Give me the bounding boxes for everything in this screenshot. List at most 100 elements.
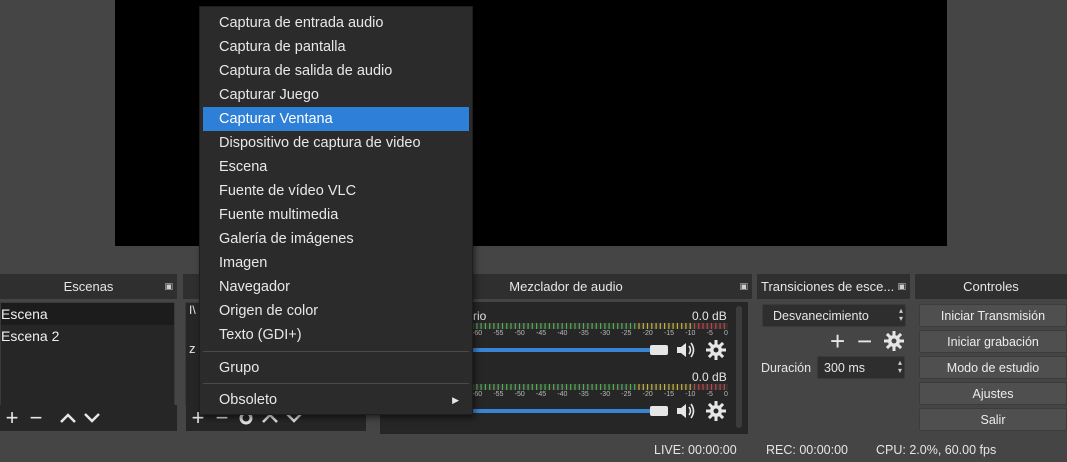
- list-item[interactable]: Escena 2: [1, 325, 174, 347]
- duration-spinbox[interactable]: 300 ms ▴ ▾: [817, 356, 905, 379]
- meter-segment: [693, 323, 696, 329]
- settings-button[interactable]: Ajustes: [919, 382, 1067, 405]
- menu-item-color-source[interactable]: Origen de color: [203, 299, 469, 323]
- menu-item-audio-input-capture[interactable]: Captura de entrada audio: [203, 11, 469, 35]
- meter-segment: [501, 384, 504, 390]
- meter-segment: [698, 323, 700, 329]
- meter-segment: [723, 384, 725, 390]
- meter-segment: [706, 384, 708, 390]
- meter-segment: [480, 384, 482, 390]
- meter-segment: [681, 384, 683, 390]
- meter-segment: [536, 384, 538, 390]
- speaker-icon[interactable]: [675, 340, 697, 363]
- remove-transition-icon[interactable]: −: [857, 328, 872, 354]
- move-down-icon[interactable]: [80, 406, 104, 430]
- transition-select-value: Desvanecimiento: [773, 308, 869, 323]
- meter-segment: [540, 384, 542, 390]
- gear-icon[interactable]: [705, 400, 727, 425]
- meter-segment: [685, 384, 687, 390]
- menu-item-browser[interactable]: Navegador: [203, 275, 469, 299]
- meter-segment: [578, 323, 580, 329]
- menu-item-deprecated-label: Obsoleto: [219, 392, 278, 408]
- studio-mode-button[interactable]: Modo de estudio: [919, 356, 1067, 379]
- meter-segment: [655, 384, 657, 390]
- meter-segment: [629, 384, 632, 390]
- meter-segment: [518, 384, 521, 390]
- meter-segment: [493, 384, 495, 390]
- meter-segment: [634, 323, 636, 329]
- menu-item-scene[interactable]: Escena: [203, 155, 469, 179]
- menu-item-media-source[interactable]: Fuente multimedia: [203, 203, 469, 227]
- gear-icon[interactable]: [883, 330, 905, 355]
- add-source-menu: Captura de entrada audio Captura de pant…: [199, 6, 473, 415]
- meter-segment: [514, 323, 516, 329]
- menu-item-deprecated[interactable]: Obsoleto ▶: [203, 388, 469, 412]
- menu-item-window-capture[interactable]: Capturar Ventana: [203, 107, 469, 131]
- meter-segment: [702, 384, 704, 390]
- menu-item-display-capture[interactable]: Captura de pantalla: [203, 35, 469, 59]
- menu-item-audio-output-capture[interactable]: Captura de salida de audio: [203, 59, 469, 83]
- meter-segment: [523, 384, 525, 390]
- meter-tick-label: -50: [514, 391, 525, 398]
- menu-item-image[interactable]: Imagen: [203, 251, 469, 275]
- meter-segment: [604, 323, 606, 329]
- transition-select[interactable]: Desvanecimiento ▴ ▾: [762, 304, 906, 327]
- gear-icon[interactable]: [705, 339, 727, 364]
- meter-tick-label: -10: [685, 330, 696, 337]
- menu-item-image-slideshow[interactable]: Galería de imágenes: [203, 227, 469, 251]
- float-icon[interactable]: ▣: [897, 281, 906, 292]
- meter-segment: [578, 384, 580, 390]
- meter-segment: [480, 323, 482, 329]
- meter-segment: [689, 323, 691, 329]
- mixer-scrollbar[interactable]: [736, 306, 742, 428]
- meter-segment: [664, 384, 666, 390]
- meter-tick-label: -45: [535, 330, 547, 337]
- meter-segment: [642, 323, 644, 329]
- volume-slider[interactable]: [472, 409, 662, 413]
- meter-segment: [561, 323, 563, 329]
- meter-segment: [715, 384, 717, 390]
- scenes-list[interactable]: Escena Escena 2: [0, 302, 175, 406]
- add-icon[interactable]: +: [0, 406, 24, 430]
- menu-item-text-gdi[interactable]: Texto (GDI+): [203, 323, 469, 347]
- meter-segment: [548, 384, 550, 390]
- exit-button[interactable]: Salir: [919, 408, 1067, 431]
- float-icon[interactable]: ▣: [164, 281, 173, 292]
- controls-dock-title: Controles: [915, 274, 1067, 299]
- meter-segment: [617, 323, 619, 329]
- meter-segment: [651, 384, 653, 390]
- spin-arrows-icon[interactable]: ▴ ▾: [898, 359, 902, 375]
- meter-segment: [493, 323, 495, 329]
- start-recording-button[interactable]: Iniciar grabación: [919, 330, 1067, 353]
- meter-segment: [497, 384, 499, 390]
- meter-tick-label: -45: [535, 391, 547, 398]
- menu-item-vlc-video-source[interactable]: Fuente de vídeo VLC: [203, 179, 469, 203]
- duration-value: 300 ms: [824, 360, 865, 375]
- meter-segment: [698, 384, 700, 390]
- meter-segment: [646, 384, 649, 390]
- meter-tick-label: -25: [621, 391, 632, 398]
- meter-tick-label: -10: [685, 391, 696, 398]
- meter-segment: [506, 384, 508, 390]
- remove-icon[interactable]: −: [24, 406, 48, 430]
- move-up-icon[interactable]: [56, 406, 80, 430]
- start-streaming-button[interactable]: Iniciar Transmisión: [919, 304, 1067, 327]
- meter-tick-label: -55: [493, 391, 504, 398]
- menu-item-group[interactable]: Grupo: [203, 356, 469, 380]
- volume-slider-handle[interactable]: [650, 345, 668, 355]
- meter-segment: [518, 323, 521, 329]
- menu-item-video-capture-device[interactable]: Dispositivo de captura de video: [203, 131, 469, 155]
- source-item-partial[interactable]: z: [189, 341, 196, 356]
- menu-item-game-capture[interactable]: Capturar Juego: [203, 83, 469, 107]
- meter-segment: [561, 384, 563, 390]
- volume-slider-handle[interactable]: [650, 406, 668, 416]
- meter-segment: [600, 384, 602, 390]
- add-transition-icon[interactable]: +: [830, 328, 845, 354]
- volume-slider[interactable]: [472, 348, 662, 352]
- meter-segment: [548, 323, 550, 329]
- list-item[interactable]: Escena: [1, 303, 174, 325]
- speaker-icon[interactable]: [675, 401, 697, 424]
- source-item-partial[interactable]: I\: [189, 303, 196, 317]
- meter-segment: [676, 323, 678, 329]
- float-icon[interactable]: ▣: [739, 281, 748, 292]
